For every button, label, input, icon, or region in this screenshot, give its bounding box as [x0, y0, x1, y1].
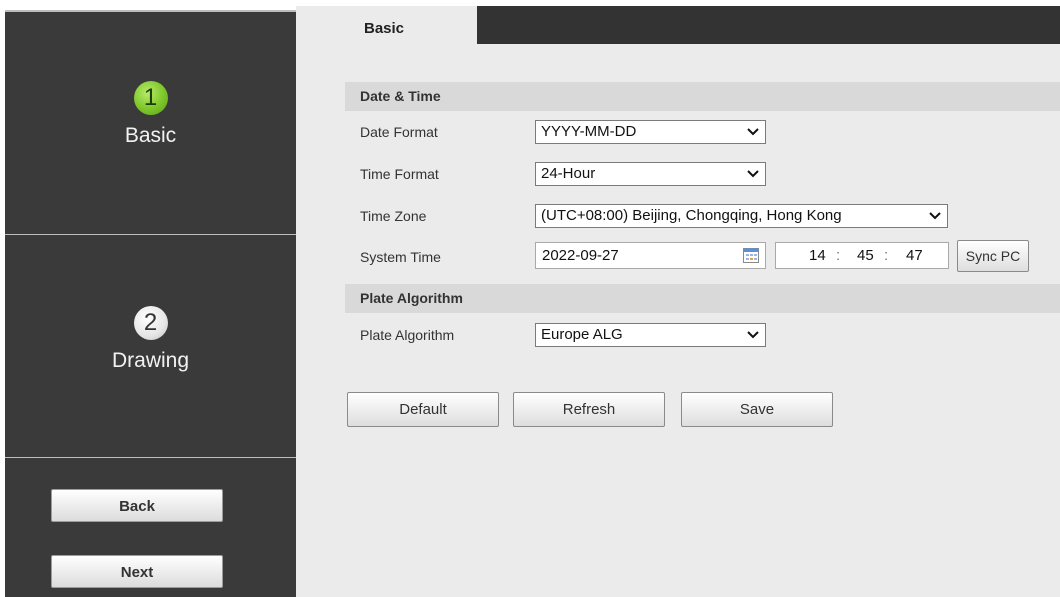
step-drawing[interactable]: 2 Drawing: [5, 306, 296, 373]
settings-panel: Basic Date & Time Date Format YYYY-MM-DD…: [296, 6, 1060, 597]
sidebar-divider: [5, 234, 296, 235]
chevron-down-icon: [747, 170, 759, 178]
chevron-down-icon: [747, 331, 759, 339]
time-second: 47: [906, 247, 923, 264]
save-button[interactable]: Save: [681, 392, 833, 427]
date-format-select[interactable]: YYYY-MM-DD: [535, 120, 766, 144]
time-format-label: Time Format: [360, 166, 439, 182]
tab-bar: [477, 6, 1060, 44]
date-time-section-header: Date & Time: [345, 82, 1060, 111]
date-format-label: Date Format: [360, 124, 438, 140]
step-basic[interactable]: 1 Basic: [5, 81, 296, 148]
sync-pc-button[interactable]: Sync PC: [957, 240, 1029, 272]
step-2-label: Drawing: [111, 349, 190, 372]
chevron-down-icon: [747, 128, 759, 136]
plate-algorithm-value: Europe ALG: [541, 326, 623, 343]
next-button[interactable]: Next: [51, 555, 223, 588]
system-time-label: System Time: [360, 249, 441, 265]
refresh-button[interactable]: Refresh: [513, 392, 665, 427]
system-time-input[interactable]: 14 : 45 : 47: [775, 242, 949, 269]
time-zone-label: Time Zone: [360, 208, 427, 224]
time-hour: 14: [809, 247, 826, 264]
time-zone-select[interactable]: (UTC+08:00) Beijing, Chongqing, Hong Kon…: [535, 204, 948, 228]
sidebar-divider: [5, 457, 296, 458]
chevron-down-icon: [928, 205, 942, 227]
date-format-value: YYYY-MM-DD: [541, 123, 637, 140]
plate-algorithm-section-header: Plate Algorithm: [345, 284, 1060, 313]
default-button[interactable]: Default: [347, 392, 499, 427]
system-date-input[interactable]: 2022-09-27: [535, 242, 766, 269]
time-separator: :: [836, 247, 841, 264]
time-minute: 45: [857, 247, 874, 264]
step-1-badge: 1: [133, 81, 168, 115]
step-2-badge: 2: [133, 306, 168, 340]
plate-algorithm-label: Plate Algorithm: [360, 327, 455, 343]
time-zone-value: (UTC+08:00) Beijing, Chongqing, Hong Kon…: [541, 207, 842, 224]
time-separator: :: [884, 247, 889, 264]
calendar-icon[interactable]: [743, 248, 759, 263]
step-1-label: Basic: [124, 124, 177, 147]
back-button[interactable]: Back: [51, 489, 223, 522]
plate-algorithm-select[interactable]: Europe ALG: [535, 323, 766, 347]
wizard-sidebar: 1 Basic 2 Drawing Back Next: [5, 10, 296, 597]
time-format-value: 24-Hour: [541, 165, 596, 182]
time-format-select[interactable]: 24-Hour: [535, 162, 766, 186]
tab-basic[interactable]: Basic: [350, 11, 477, 47]
